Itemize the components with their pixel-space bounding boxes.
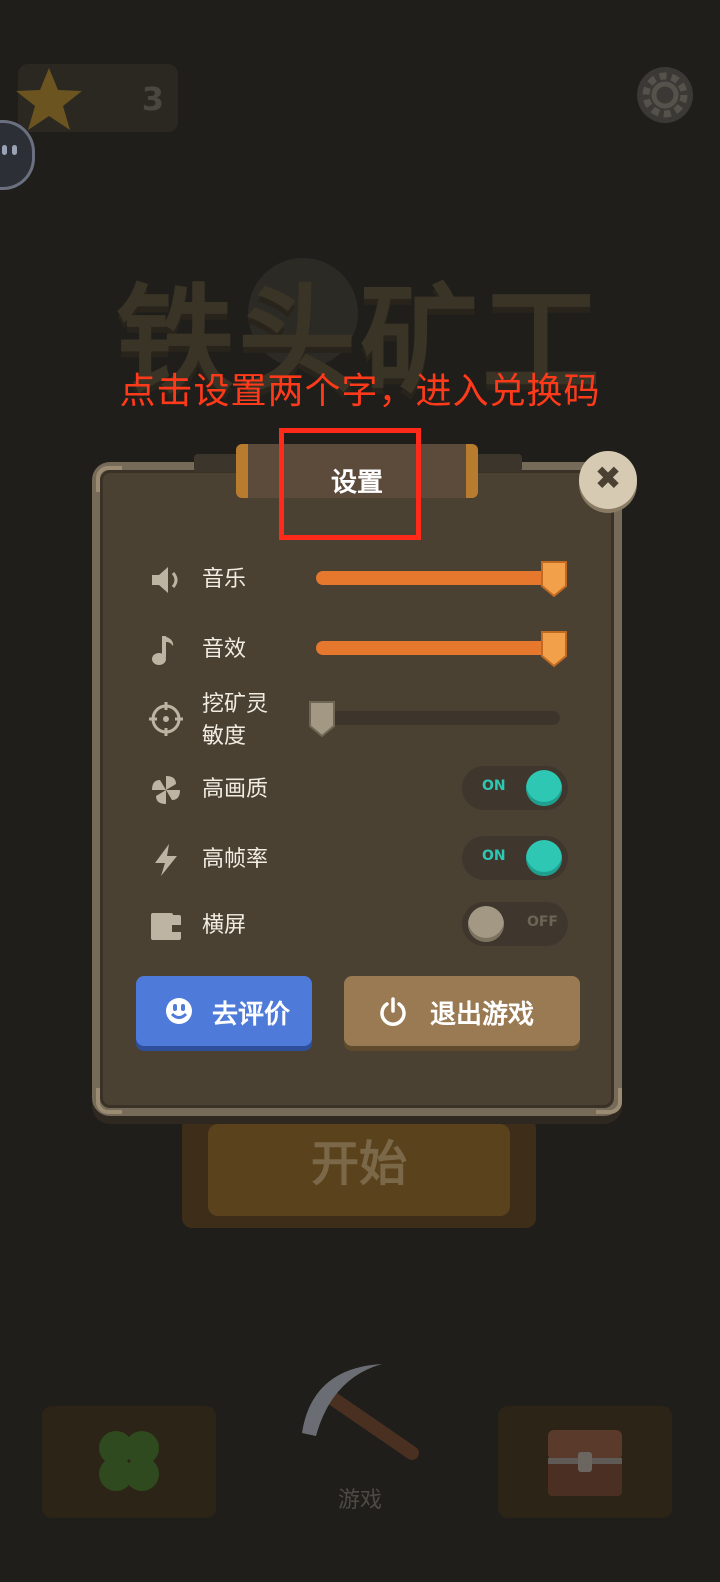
dialog-corner <box>596 1088 622 1114</box>
toggle-knob <box>526 770 562 806</box>
star-icon <box>16 68 82 130</box>
framerate-toggle-state: ON <box>482 848 506 864</box>
chest-icon <box>548 1430 622 1496</box>
music-slider[interactable] <box>316 571 566 585</box>
clover-icon <box>99 1431 159 1491</box>
quality-toggle[interactable]: ON <box>462 766 568 810</box>
start-button[interactable]: 开始 <box>182 1124 536 1194</box>
speaker-icon <box>152 567 178 593</box>
toggle-knob <box>468 906 504 942</box>
exit-game-button-label: 退出游戏 <box>430 1000 535 1030</box>
dialog-corner <box>96 1088 122 1114</box>
smiley-icon <box>166 998 192 1024</box>
rate-button[interactable]: 去评价 <box>136 976 312 1046</box>
quality-label: 高画质 <box>202 777 269 802</box>
annotation-highlight-box <box>279 428 421 540</box>
rate-button-label: 去评价 <box>212 1000 291 1030</box>
sound-slider-thumb[interactable] <box>540 630 568 668</box>
landscape-toggle-state: OFF <box>526 914 558 930</box>
avatar-eye <box>12 145 17 155</box>
dialog-corner <box>96 466 122 492</box>
wallet-icon <box>151 913 181 940</box>
music-note-icon <box>152 636 174 665</box>
sensitivity-slider-thumb[interactable] <box>308 700 336 738</box>
close-button[interactable]: ✖ <box>579 451 637 509</box>
quality-toggle-state: ON <box>482 778 506 794</box>
exit-game-button[interactable]: 退出游戏 <box>344 976 580 1046</box>
gear-icon[interactable] <box>634 64 696 126</box>
sound-label: 音效 <box>202 637 247 662</box>
star-count: 3 <box>141 80 164 118</box>
music-label: 音乐 <box>202 567 247 592</box>
sound-slider[interactable] <box>316 641 566 655</box>
music-slider-fill <box>316 571 554 585</box>
framerate-toggle[interactable]: ON <box>462 836 568 880</box>
landscape-label: 横屏 <box>202 913 247 938</box>
star-counter: 3 <box>16 64 178 132</box>
framerate-label: 高帧率 <box>202 847 269 872</box>
pinwheel-icon <box>152 776 180 804</box>
close-icon: ✖ <box>594 459 622 497</box>
power-icon <box>380 997 406 1026</box>
avatar-eye <box>2 145 7 155</box>
landscape-toggle[interactable]: OFF <box>462 902 568 946</box>
sensitivity-label-line1: 挖矿灵 <box>202 692 269 717</box>
pickaxe-icon <box>302 1364 419 1460</box>
toggle-knob <box>526 840 562 876</box>
sensitivity-slider[interactable] <box>316 711 560 725</box>
crosshair-icon <box>149 702 183 736</box>
music-slider-thumb[interactable] <box>540 560 568 598</box>
sensitivity-label-line2: 敏度 <box>202 724 247 749</box>
tab-game-label[interactable]: 游戏 <box>310 1482 410 1514</box>
annotation-text: 点击设置两个字，进入兑换码 <box>119 371 601 412</box>
lightning-icon <box>155 844 177 876</box>
sound-slider-fill <box>316 641 554 655</box>
